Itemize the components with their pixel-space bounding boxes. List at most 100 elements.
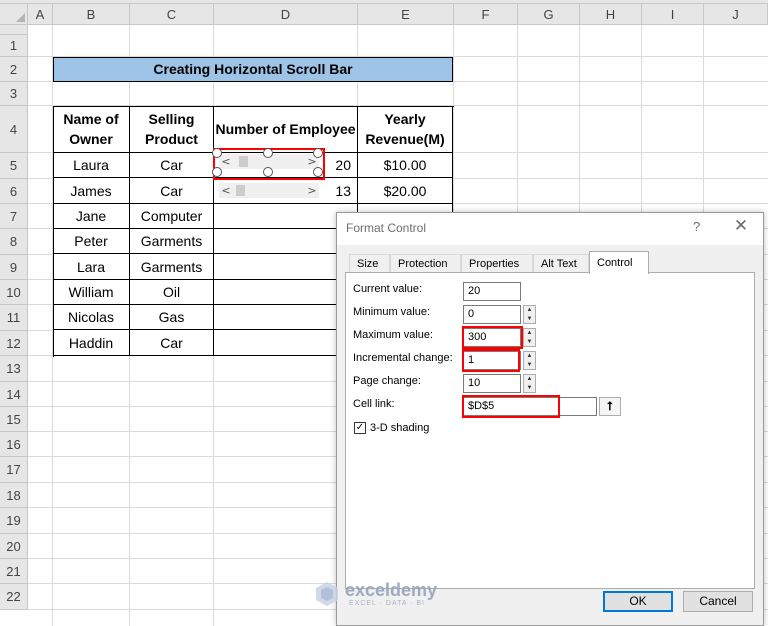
row-header-13[interactable]: 13 xyxy=(0,356,28,382)
row-header-8[interactable]: 8 xyxy=(0,229,28,255)
page-change-label: Page change: xyxy=(353,375,421,387)
cell-product[interactable]: Car xyxy=(130,178,214,204)
resize-handle-top-left[interactable] xyxy=(212,148,222,158)
spin-up-icon[interactable]: ▲ xyxy=(524,352,535,361)
incremental-change-highlight xyxy=(462,349,520,372)
spin-down-icon[interactable]: ▼ xyxy=(524,361,535,370)
column-header-e[interactable]: E xyxy=(358,4,454,25)
row-header-1[interactable]: 1 xyxy=(0,35,28,57)
spin-down-icon[interactable]: ▼ xyxy=(524,384,535,393)
resize-handle-bottom-middle[interactable] xyxy=(263,167,273,177)
column-header-b[interactable]: B xyxy=(53,4,130,25)
spin-up-icon[interactable]: ▲ xyxy=(524,375,535,384)
incremental-change-spinner[interactable]: ▲ ▼ xyxy=(523,351,536,370)
tab-size[interactable]: Size xyxy=(349,254,390,274)
watermark: exceldemy EXCEL · DATA · BI xyxy=(313,578,458,610)
cell-name[interactable]: Nicolas xyxy=(53,305,130,330)
row-header-12[interactable]: 12 xyxy=(0,331,28,356)
cell-name[interactable]: William xyxy=(53,280,130,305)
row-header-3[interactable]: 3 xyxy=(0,82,28,106)
cell-product[interactable]: Oil xyxy=(130,280,214,305)
column-header-a[interactable]: A xyxy=(28,4,53,25)
column-header-f[interactable]: F xyxy=(454,4,518,25)
column-header-i[interactable]: I xyxy=(642,4,704,25)
cell-name[interactable]: Haddin xyxy=(53,330,130,356)
cell-product[interactable]: Garments xyxy=(130,254,214,280)
column-header-j[interactable]: J xyxy=(704,4,768,25)
collapse-dialog-icon[interactable]: ⭡ xyxy=(599,397,621,416)
current-value-label: Current value: xyxy=(353,283,423,295)
help-icon[interactable]: ? xyxy=(693,219,700,234)
row-header-19[interactable]: 19 xyxy=(0,508,28,534)
row-header-15[interactable]: 15 xyxy=(0,407,28,432)
sheet-title: Creating Horizontal Scroll Bar xyxy=(53,57,453,82)
tab-protection[interactable]: Protection xyxy=(390,254,461,274)
cancel-button[interactable]: Cancel xyxy=(683,591,753,612)
horizontal-scroll-bar-d6[interactable]: < > xyxy=(219,183,319,198)
cell-product[interactable]: Gas xyxy=(130,305,214,330)
close-icon[interactable]: ✕ xyxy=(730,216,752,236)
cell-product[interactable]: Garments xyxy=(130,229,214,254)
tab-alt-text[interactable]: Alt Text xyxy=(533,254,589,274)
column-header-c[interactable]: C xyxy=(130,4,214,25)
row-header-16[interactable]: 16 xyxy=(0,432,28,457)
minimum-value-spinner[interactable]: ▲ ▼ xyxy=(523,305,536,324)
row-header-5[interactable]: 5 xyxy=(0,153,28,179)
maximum-value-spinner[interactable]: ▲ ▼ xyxy=(523,328,536,347)
column-header-g[interactable]: G xyxy=(518,4,580,25)
cell-product[interactable]: Computer xyxy=(130,204,214,229)
cell-product[interactable]: Car xyxy=(130,153,214,178)
row-header-6[interactable]: 6 xyxy=(0,179,28,204)
resize-handle-bottom-left[interactable] xyxy=(212,167,222,177)
column-header-d[interactable]: D xyxy=(214,4,358,25)
row-header-17[interactable]: 17 xyxy=(0,457,28,483)
row-header-22[interactable]: 22 xyxy=(0,584,28,610)
column-header-h[interactable]: H xyxy=(580,4,642,25)
scroll-thumb[interactable] xyxy=(236,185,245,196)
scroll-right-arrow-icon[interactable]: > xyxy=(305,183,319,198)
row-header-9[interactable]: 9 xyxy=(0,255,28,280)
page-change-input[interactable]: 10 xyxy=(463,374,521,393)
header-selling-product: Selling Product xyxy=(130,106,214,153)
resize-handle-top-right[interactable] xyxy=(313,148,323,158)
control-panel: Current value: 20 Minimum value: 0 ▲ ▼ Ma… xyxy=(345,272,755,589)
header-number-of-employee: Number of Employee xyxy=(214,106,358,153)
resize-handle-top-middle[interactable] xyxy=(263,148,273,158)
spin-down-icon[interactable]: ▼ xyxy=(524,315,535,324)
scroll-left-arrow-icon[interactable]: < xyxy=(219,183,233,198)
cell-name[interactable]: James xyxy=(53,178,130,204)
row-header-7[interactable]: 7 xyxy=(0,204,28,229)
select-all-corner[interactable] xyxy=(0,4,28,25)
tab-properties[interactable]: Properties xyxy=(461,254,533,274)
row-header-11[interactable]: 11 xyxy=(0,305,28,331)
spin-up-icon[interactable]: ▲ xyxy=(524,329,535,338)
cell-product[interactable]: Car xyxy=(130,330,214,356)
page-change-spinner[interactable]: ▲ ▼ xyxy=(523,374,536,393)
row-header-21[interactable]: 21 xyxy=(0,559,28,584)
tab-control[interactable]: Control xyxy=(589,251,649,274)
cell-link-label: Cell link: xyxy=(353,398,395,410)
cell-name[interactable]: Peter xyxy=(53,229,130,254)
row-header-4[interactable]: 4 xyxy=(0,106,28,153)
shading-label: 3-D shading xyxy=(370,422,430,434)
dialog-titlebar[interactable]: Format Control ? ✕ xyxy=(337,213,763,245)
resize-handle-bottom-right[interactable] xyxy=(313,167,323,177)
minimum-value-label: Minimum value: xyxy=(353,306,431,318)
spin-up-icon[interactable]: ▲ xyxy=(524,306,535,315)
row-header-10[interactable]: 10 xyxy=(0,280,28,305)
row-header-18[interactable]: 18 xyxy=(0,483,28,508)
maximum-value-label: Maximum value: xyxy=(353,329,434,341)
current-value-input[interactable]: 20 xyxy=(463,282,521,301)
row-header-14[interactable]: 14 xyxy=(0,382,28,407)
shading-checkbox[interactable]: ✓ xyxy=(354,422,366,434)
cell-revenue[interactable]: $20.00 xyxy=(358,178,453,204)
row-header-20[interactable]: 20 xyxy=(0,534,28,559)
minimum-value-input[interactable]: 0 xyxy=(463,305,521,324)
cell-revenue[interactable]: $10.00 xyxy=(358,153,453,178)
row-header-2[interactable]: 2 xyxy=(0,57,28,82)
spin-down-icon[interactable]: ▼ xyxy=(524,338,535,347)
ok-button[interactable]: OK xyxy=(603,591,673,612)
cell-name[interactable]: Lara xyxy=(53,254,130,280)
cell-name[interactable]: Laura xyxy=(53,153,130,178)
cell-name[interactable]: Jane xyxy=(53,204,130,229)
